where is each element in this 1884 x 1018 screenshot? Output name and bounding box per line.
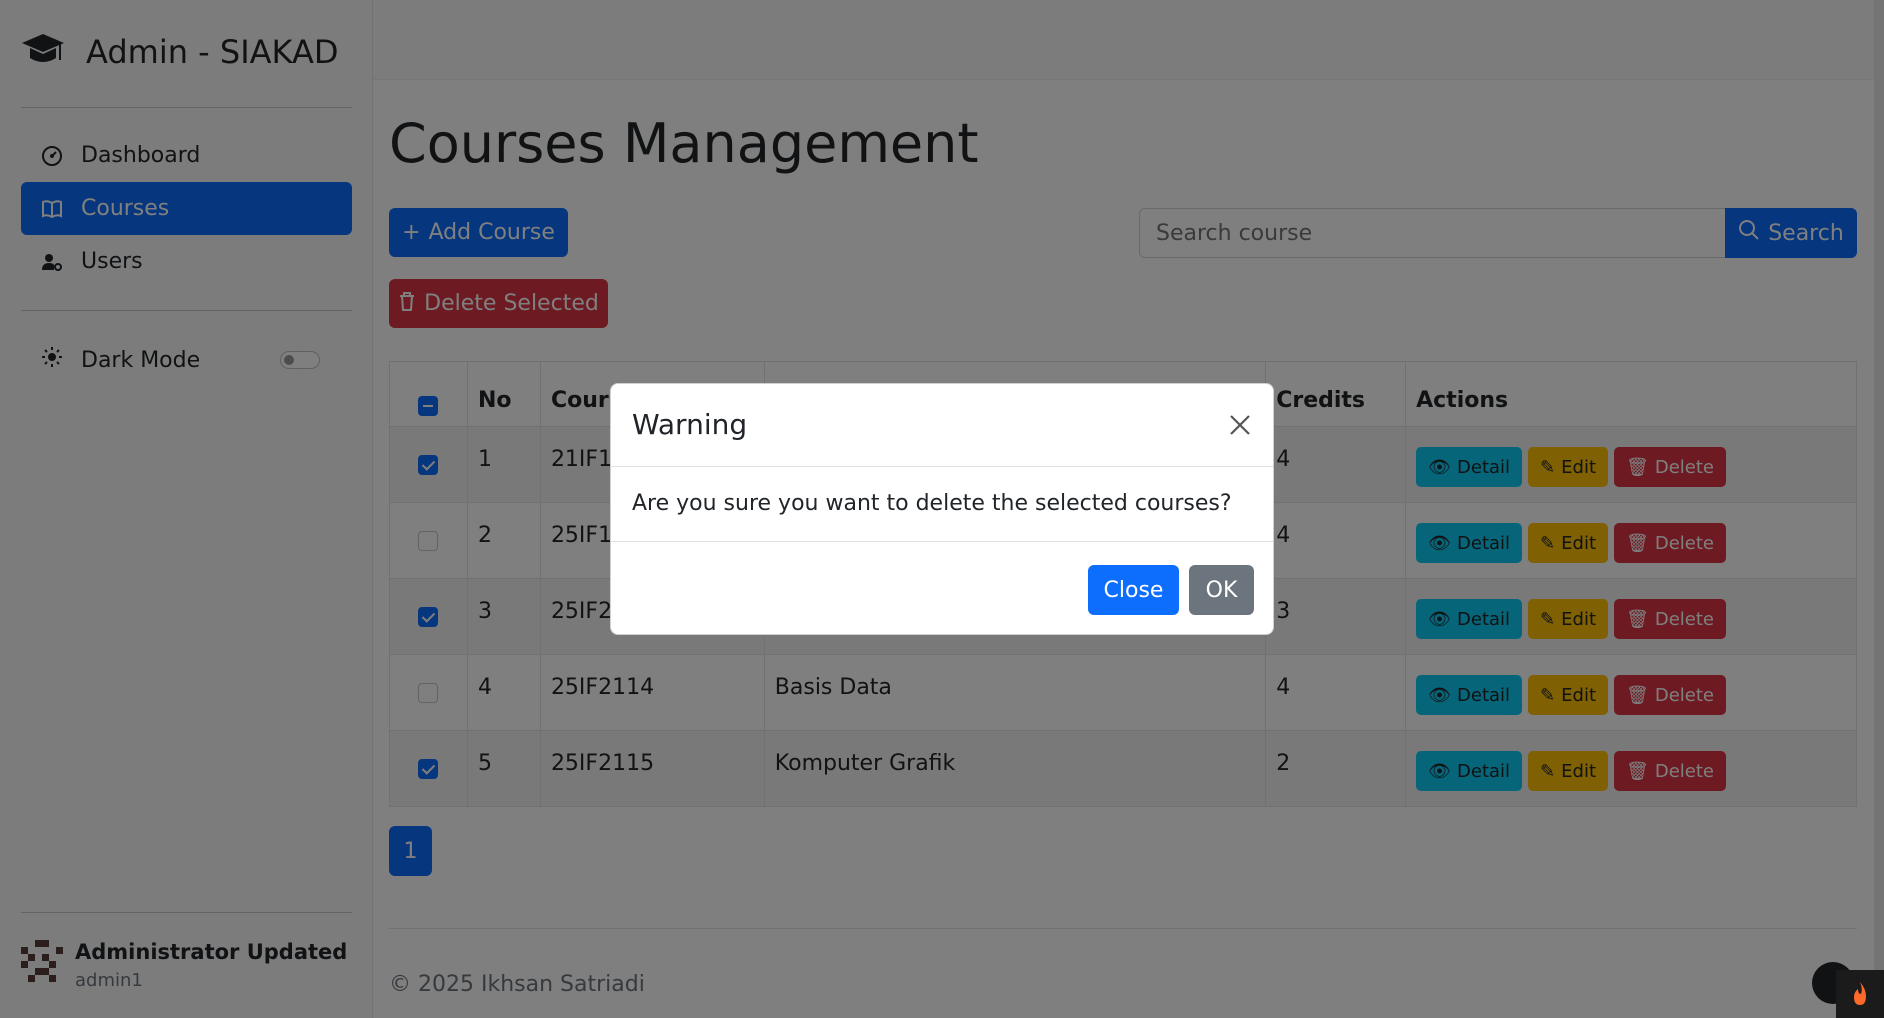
close-icon[interactable] bbox=[1225, 410, 1255, 440]
close-button[interactable]: Close bbox=[1088, 565, 1179, 615]
modal-header: Warning bbox=[611, 384, 1273, 467]
flame-icon[interactable] bbox=[1836, 970, 1884, 1018]
modal-body: Are you sure you want to delete the sele… bbox=[611, 467, 1273, 542]
modal-message: Are you sure you want to delete the sele… bbox=[632, 491, 1232, 516]
modal-title: Warning bbox=[632, 408, 748, 441]
warning-modal: Warning Are you sure you want to delete … bbox=[610, 383, 1274, 635]
ok-button[interactable]: OK bbox=[1189, 565, 1254, 615]
